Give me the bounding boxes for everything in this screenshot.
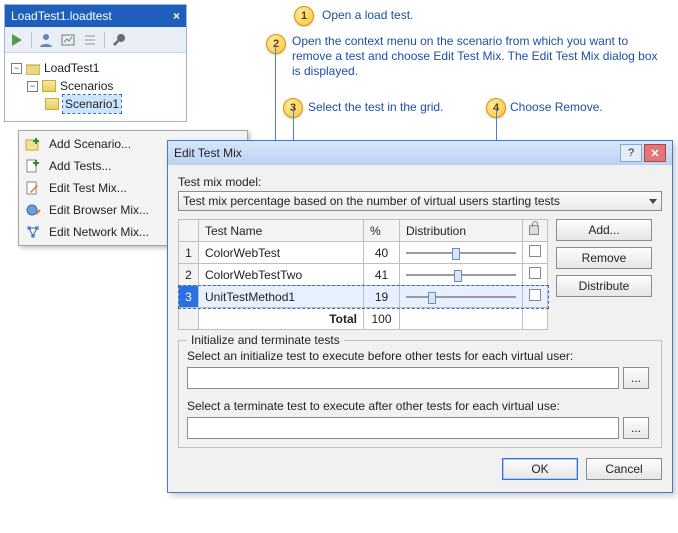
chevron-down-icon bbox=[649, 199, 657, 204]
wrench-icon[interactable] bbox=[111, 32, 127, 48]
cancel-button[interactable]: Cancel bbox=[586, 458, 662, 480]
col-rownum[interactable] bbox=[179, 220, 199, 242]
combo-value: Test mix percentage based on the number … bbox=[183, 194, 560, 208]
test-mix-model-combo[interactable]: Test mix percentage based on the number … bbox=[178, 191, 662, 211]
ok-button[interactable]: OK bbox=[502, 458, 578, 480]
tree-node-label: Scenarios bbox=[60, 77, 113, 95]
browse-initialize-button[interactable]: ... bbox=[623, 367, 649, 389]
tree-node-scenarios[interactable]: − Scenarios bbox=[9, 77, 182, 95]
expander-icon[interactable]: − bbox=[11, 63, 22, 74]
cell-lock[interactable] bbox=[523, 242, 548, 264]
cell-percent[interactable]: 41 bbox=[364, 264, 400, 286]
separator bbox=[31, 32, 32, 48]
lock-checkbox[interactable] bbox=[529, 245, 541, 257]
separator bbox=[104, 32, 105, 48]
remove-button[interactable]: Remove bbox=[556, 247, 652, 269]
cell-test-name[interactable]: ColorWebTest bbox=[199, 242, 364, 264]
folder-icon bbox=[45, 98, 59, 110]
close-icon[interactable]: × bbox=[173, 9, 180, 23]
test-mix-model-label: Test mix model: bbox=[178, 175, 662, 189]
terminate-test-input[interactable] bbox=[187, 417, 619, 439]
expander-icon[interactable]: − bbox=[27, 81, 38, 92]
tree-node-label: Scenario1 bbox=[63, 95, 121, 113]
col-lock[interactable] bbox=[523, 220, 548, 242]
document-tab-label: LoadTest1.loadtest bbox=[11, 9, 112, 23]
step-2-marker: 2 bbox=[266, 34, 286, 54]
cell-distribution[interactable] bbox=[400, 264, 523, 286]
folder-icon bbox=[42, 80, 56, 92]
help-icon[interactable]: ? bbox=[620, 144, 642, 162]
browse-terminate-button[interactable]: ... bbox=[623, 417, 649, 439]
lock-checkbox[interactable] bbox=[529, 267, 541, 279]
tree-node-label: LoadTest1 bbox=[44, 59, 99, 77]
edit-browser-mix-icon bbox=[25, 202, 41, 218]
cell-test-name[interactable]: UnitTestMethod1 bbox=[199, 286, 364, 308]
user-scenario-icon[interactable] bbox=[38, 32, 54, 48]
step-2-text: Open the context menu on the scenario fr… bbox=[292, 34, 664, 79]
document-tab[interactable]: LoadTest1.loadtest × bbox=[5, 5, 186, 27]
table-row[interactable]: 2ColorWebTestTwo41 bbox=[179, 264, 548, 286]
edit-test-mix-icon bbox=[25, 180, 41, 196]
terminate-label: Select a terminate test to execute after… bbox=[187, 399, 653, 413]
lock-icon bbox=[529, 225, 539, 235]
group-legend: Initialize and terminate tests bbox=[187, 333, 344, 347]
footer-rownum bbox=[179, 308, 199, 330]
close-icon[interactable]: ✕ bbox=[644, 144, 666, 162]
ctx-item-label: Add Scenario... bbox=[49, 137, 131, 151]
ctx-item-label: Edit Network Mix... bbox=[49, 225, 149, 239]
cell-test-name[interactable]: ColorWebTestTwo bbox=[199, 264, 364, 286]
cell-distribution[interactable] bbox=[400, 286, 523, 308]
tree-node-scenario1[interactable]: Scenario1 bbox=[9, 95, 182, 113]
leader-line bbox=[275, 44, 276, 147]
ctx-item-label: Edit Test Mix... bbox=[49, 181, 127, 195]
initialize-test-input[interactable] bbox=[187, 367, 619, 389]
run-icon[interactable] bbox=[9, 32, 25, 48]
distribution-slider[interactable] bbox=[406, 291, 516, 303]
total-value: 100 bbox=[364, 308, 400, 330]
table-row[interactable]: 3UnitTestMethod119 bbox=[179, 286, 548, 308]
cell-percent[interactable]: 19 bbox=[364, 286, 400, 308]
edit-network-mix-icon bbox=[25, 224, 41, 240]
dialog-titlebar[interactable]: Edit Test Mix ? ✕ bbox=[168, 141, 672, 165]
distribution-slider[interactable] bbox=[406, 269, 516, 281]
cell-distribution[interactable] bbox=[400, 242, 523, 264]
loadtest-tree[interactable]: − LoadTest1 − Scenarios Scenario1 bbox=[5, 53, 186, 121]
counter-icon[interactable] bbox=[60, 32, 76, 48]
settings-threshold-icon[interactable] bbox=[82, 32, 98, 48]
row-number[interactable]: 1 bbox=[179, 242, 199, 264]
add-tests-icon bbox=[25, 158, 41, 174]
ctx-item-label: Add Tests... bbox=[49, 159, 111, 173]
explorer-toolbar bbox=[5, 27, 186, 53]
loadtest-explorer: LoadTest1.loadtest × − LoadTest1 bbox=[4, 4, 187, 122]
distribution-slider[interactable] bbox=[406, 247, 516, 259]
init-terminate-group: Initialize and terminate tests Select an… bbox=[178, 340, 662, 448]
col-distribution[interactable]: Distribution bbox=[400, 220, 523, 242]
dialog-title: Edit Test Mix bbox=[174, 146, 242, 160]
add-button[interactable]: Add... bbox=[556, 219, 652, 241]
cell-lock[interactable] bbox=[523, 264, 548, 286]
row-number[interactable]: 2 bbox=[179, 264, 199, 286]
step-3-text: Select the test in the grid. bbox=[308, 100, 478, 115]
ctx-item-label: Edit Browser Mix... bbox=[49, 203, 149, 217]
lock-checkbox[interactable] bbox=[529, 289, 541, 301]
col-percent[interactable]: % bbox=[364, 220, 400, 242]
table-row[interactable]: 1ColorWebTest40 bbox=[179, 242, 548, 264]
col-test-name[interactable]: Test Name bbox=[199, 220, 364, 242]
step-4-text: Choose Remove. bbox=[510, 100, 660, 115]
distribute-button[interactable]: Distribute bbox=[556, 275, 652, 297]
tree-node-root[interactable]: − LoadTest1 bbox=[9, 59, 182, 77]
step-1-marker: 1 bbox=[294, 6, 314, 26]
test-mix-grid[interactable]: Test Name % Distribution 1ColorWebTest40… bbox=[178, 219, 548, 330]
total-label: Total bbox=[199, 308, 364, 330]
row-number[interactable]: 3 bbox=[179, 286, 199, 308]
initialize-label: Select an initialize test to execute bef… bbox=[187, 349, 653, 363]
cell-percent[interactable]: 40 bbox=[364, 242, 400, 264]
edit-test-mix-dialog: Edit Test Mix ? ✕ Test mix model: Test m… bbox=[167, 140, 673, 493]
cell-lock[interactable] bbox=[523, 286, 548, 308]
add-scenario-icon bbox=[25, 136, 41, 152]
step-1-text: Open a load test. bbox=[322, 8, 522, 23]
loadtest-icon bbox=[26, 62, 40, 74]
